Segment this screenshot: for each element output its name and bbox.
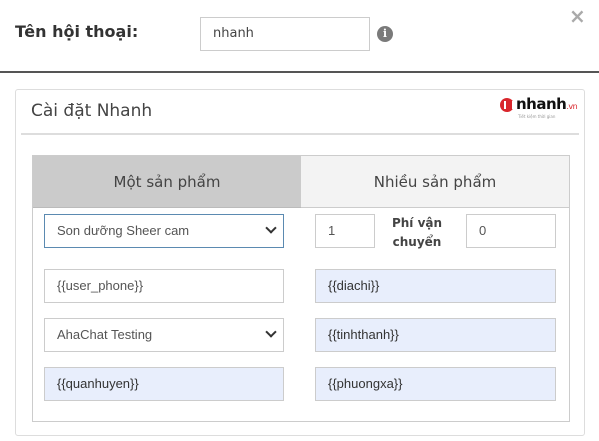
shipping-fee-label: Phí vận chuyển [391,216,443,249]
nhanh-logo: nhanh.vn Tiết kiệm thời gian [500,95,578,122]
product-select-value: Son dưỡng Sheer cam [57,223,190,238]
tab-multiple-products[interactable]: Nhiều sản phẩm [301,156,569,208]
panel-title: Cài đặt Nhanh [31,101,153,121]
chevron-down-icon [265,326,277,338]
close-icon[interactable]: × [569,4,586,28]
quantity-input[interactable]: 1 [315,214,375,248]
district-field[interactable]: {{quanhuyen}} [44,367,284,401]
phone-field[interactable]: {{user_phone}} [44,269,284,303]
nhanh-logo-mark [500,98,514,112]
chat-select-value: AhaChat Testing [57,327,153,342]
province-field[interactable]: {{tinhthanh}} [315,318,556,352]
address-field[interactable]: {{diachi}} [315,269,556,303]
nhanh-logo-tld: .vn [566,102,578,111]
nhanh-logo-word: nhanh [516,95,567,113]
conversation-name-label: Tên hội thoại: [15,22,139,41]
shipping-fee-input[interactable]: 0 [466,214,556,248]
panel-divider [21,133,579,135]
chat-select[interactable]: AhaChat Testing [44,318,284,352]
dialog-header: Tên hội thoại: nhanh i × [0,0,599,73]
ward-field[interactable]: {{phuongxa}} [315,367,556,401]
conversation-name-input[interactable]: nhanh [200,17,370,51]
nhanh-logo-tagline: Tiết kiệm thời gian [518,114,556,119]
info-icon[interactable]: i [377,26,393,42]
product-select[interactable]: Son dưỡng Sheer cam [44,214,284,248]
tab-single-product[interactable]: Một sản phẩm [33,156,301,208]
chevron-down-icon [265,222,277,234]
